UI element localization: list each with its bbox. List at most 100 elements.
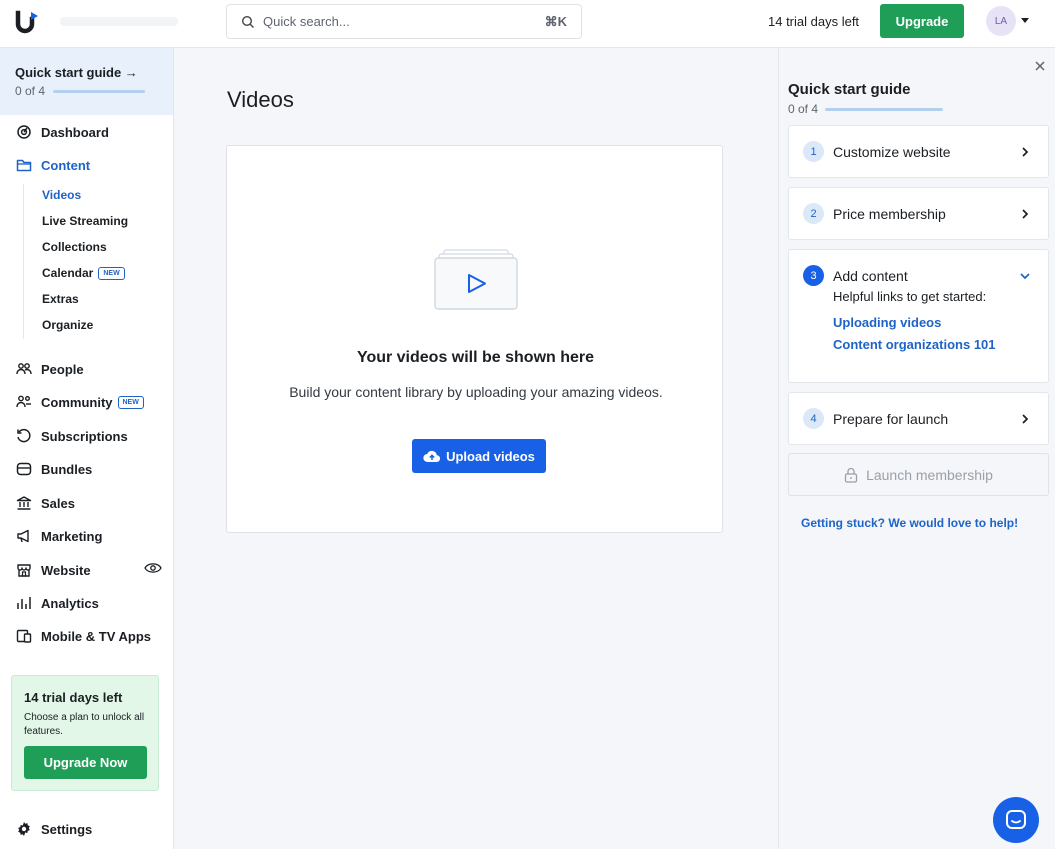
sidebar-item-mobile-tv-apps[interactable]: Mobile & TV Apps bbox=[0, 622, 173, 650]
videos-empty-state: Your videos will be shown here Build you… bbox=[226, 145, 723, 533]
sidebar-item-label: Subscriptions bbox=[41, 428, 128, 444]
content-organizations-link[interactable]: Content organizations 101 bbox=[833, 337, 996, 352]
step-prepare-for-launch[interactable]: 4 Prepare for launch bbox=[788, 392, 1049, 445]
sidebar-subitem-collections[interactable]: Collections bbox=[42, 237, 107, 257]
sidebar-item-sales[interactable]: Sales bbox=[0, 489, 173, 517]
sidebar-item-dashboard[interactable]: Dashboard bbox=[0, 118, 173, 146]
people-icon bbox=[16, 363, 32, 375]
sidebar-item-label: Sales bbox=[41, 495, 75, 511]
sidebar-subitem-label: Live Streaming bbox=[42, 214, 129, 228]
sidebar-item-label: Community bbox=[41, 394, 113, 410]
search-placeholder: Quick search... bbox=[263, 14, 350, 29]
sidebar-subitem-videos[interactable]: Videos bbox=[42, 185, 81, 205]
quick-start-title: Quick start guide → bbox=[15, 65, 138, 80]
launch-membership-label: Launch membership bbox=[866, 466, 993, 483]
quick-search-input[interactable]: Quick search... ⌘K bbox=[226, 4, 582, 39]
step-label: Price membership bbox=[833, 205, 946, 222]
empty-state-description: Build your content library by uploading … bbox=[289, 384, 663, 400]
upgrade-now-button[interactable]: Upgrade Now bbox=[24, 746, 147, 779]
caret-down-icon[interactable] bbox=[1021, 18, 1029, 23]
sidebar-subitem-label: Calendar bbox=[42, 266, 94, 280]
brand-logo[interactable] bbox=[14, 10, 40, 36]
devices-icon bbox=[16, 629, 32, 643]
step-header: 3 Add content bbox=[803, 265, 908, 286]
new-badge: NEW bbox=[98, 266, 125, 280]
gear-icon bbox=[18, 822, 30, 836]
trial-card-description: Choose a plan to unlock all features. bbox=[24, 712, 145, 737]
community-icon bbox=[16, 395, 31, 408]
sidebar-item-content[interactable]: Content bbox=[0, 151, 173, 179]
dashboard-icon bbox=[17, 125, 31, 139]
upload-videos-button[interactable]: Upload videos bbox=[412, 439, 546, 473]
sidebar-item-community[interactable]: Community NEW bbox=[0, 388, 173, 416]
sidebar-item-analytics[interactable]: Analytics bbox=[0, 589, 173, 617]
step-customize-website[interactable]: 1 Customize website bbox=[788, 125, 1049, 178]
sidebar-subitem-label: Videos bbox=[42, 188, 82, 202]
quick-start-guide-link[interactable]: Quick start guide → 0 of 4 bbox=[0, 48, 173, 115]
step-number: 1 bbox=[803, 141, 824, 162]
analytics-icon bbox=[17, 597, 31, 609]
step-header: 2 Price membership bbox=[803, 203, 946, 224]
step-label: Add content bbox=[833, 267, 908, 284]
step-label: Prepare for launch bbox=[833, 410, 949, 427]
sidebar-item-label: Bundles bbox=[41, 461, 93, 477]
sidebar-item-label: Website bbox=[41, 562, 91, 578]
folder-icon bbox=[16, 159, 32, 172]
sidebar-item-label: Mobile & TV Apps bbox=[41, 628, 152, 644]
sidebar: Quick start guide → 0 of 4 Dashboard Con… bbox=[0, 48, 174, 849]
sidebar-item-people[interactable]: People bbox=[0, 355, 173, 383]
trial-card-title: 14 trial days left bbox=[24, 690, 123, 705]
quick-start-panel: Quick start guide 0 of 4 1 Customize web… bbox=[778, 48, 1055, 849]
sidebar-item-label: Settings bbox=[41, 821, 93, 837]
bank-icon bbox=[16, 496, 32, 510]
empty-state-title: Your videos will be shown here bbox=[356, 349, 595, 366]
step-number: 3 bbox=[803, 265, 824, 286]
page-title: Videos bbox=[227, 87, 294, 112]
chevron-down-icon[interactable] bbox=[1020, 271, 1030, 281]
top-bar: Quick search... ⌘K 14 trial days left Up… bbox=[0, 0, 1055, 48]
sidebar-item-subscriptions[interactable]: Subscriptions bbox=[0, 422, 173, 450]
new-badge: NEW bbox=[117, 395, 144, 409]
video-placeholder-icon bbox=[434, 249, 518, 310]
sidebar-subitem-live-streaming[interactable]: Live Streaming bbox=[42, 211, 128, 231]
sidebar-subitem-organize[interactable]: Organize bbox=[42, 315, 93, 335]
sidebar-item-label: People bbox=[41, 361, 84, 377]
trial-card: 14 trial days left Choose a plan to unlo… bbox=[11, 675, 159, 791]
close-icon[interactable] bbox=[1033, 59, 1047, 73]
uploading-videos-link[interactable]: Uploading videos bbox=[833, 315, 941, 330]
quick-start-panel-progress-text: 0 of 4 bbox=[788, 102, 819, 116]
sidebar-item-label: Dashboard bbox=[41, 124, 109, 140]
trial-days-text: 14 trial days left bbox=[768, 14, 860, 29]
storefront-icon bbox=[17, 564, 31, 577]
sidebar-subitem-label: Extras bbox=[42, 292, 79, 306]
step-number: 4 bbox=[803, 408, 824, 429]
lock-icon bbox=[844, 467, 858, 483]
quick-start-progress: 0 of 4 bbox=[15, 84, 173, 98]
quick-start-progress-text: 0 of 4 bbox=[15, 84, 46, 98]
step-price-membership[interactable]: 2 Price membership bbox=[788, 187, 1049, 240]
eye-icon[interactable] bbox=[144, 561, 162, 575]
quick-start-panel-title: Quick start guide bbox=[788, 81, 911, 98]
quick-start-panel-progress-bar bbox=[825, 107, 944, 111]
sidebar-item-bundles[interactable]: Bundles bbox=[0, 455, 173, 483]
launch-membership-button[interactable]: Launch membership bbox=[788, 453, 1049, 496]
submenu-divider bbox=[23, 184, 24, 339]
megaphone-icon bbox=[17, 529, 29, 543]
help-link[interactable]: Getting stuck? We would love to help! bbox=[801, 516, 1018, 530]
sidebar-item-label: Marketing bbox=[41, 528, 103, 544]
search-icon bbox=[241, 15, 254, 28]
avatar[interactable]: LA bbox=[986, 6, 1016, 36]
sidebar-subitem-calendar[interactable]: Calendar NEW bbox=[42, 263, 125, 283]
step-label: Customize website bbox=[833, 143, 951, 160]
chat-support-button[interactable] bbox=[993, 797, 1039, 843]
upgrade-button[interactable]: Upgrade bbox=[880, 4, 964, 38]
step-header: 1 Customize website bbox=[803, 141, 951, 162]
sidebar-subitem-label: Collections bbox=[42, 240, 107, 254]
sidebar-item-marketing[interactable]: Marketing bbox=[0, 522, 173, 550]
sidebar-item-settings[interactable]: Settings bbox=[0, 815, 173, 843]
sidebar-subitem-extras[interactable]: Extras bbox=[42, 289, 79, 309]
step-add-content[interactable]: 3 Add content Helpful links to get start… bbox=[788, 249, 1049, 383]
sidebar-item-label: Analytics bbox=[41, 595, 99, 611]
search-shortcut: ⌘K bbox=[544, 13, 567, 29]
bundle-icon bbox=[16, 462, 32, 476]
